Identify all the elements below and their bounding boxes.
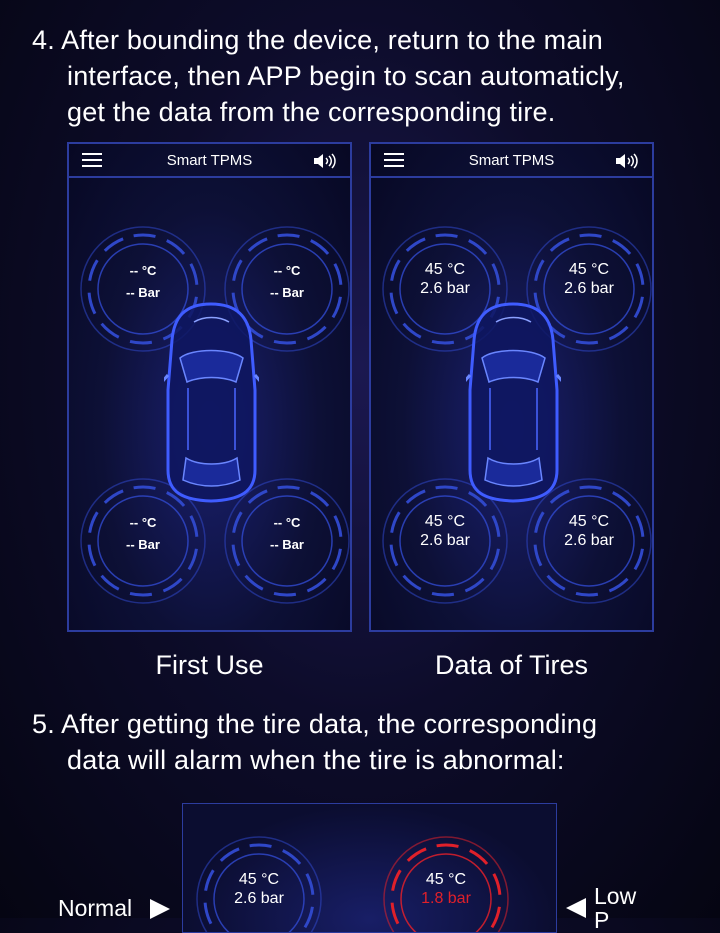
speaker-icon[interactable] bbox=[614, 152, 638, 170]
speaker-icon[interactable] bbox=[312, 152, 336, 170]
car-image bbox=[164, 302, 259, 503]
step-4-line-3: get the data from the corresponding tire… bbox=[67, 97, 556, 127]
low-label-line-2: P bbox=[594, 907, 610, 933]
tire-temperature: -- °C bbox=[273, 515, 301, 530]
tire-pressure: -- Bar bbox=[126, 285, 160, 300]
tire-temperature: 45 °C bbox=[425, 871, 467, 888]
phone-screen-first-use: Smart TPMS -- °C -- Bar -- °C -- Bar -- °C -- … bbox=[67, 142, 352, 632]
car-image bbox=[466, 302, 561, 503]
tire-pressure: 2.6 bar bbox=[420, 532, 470, 549]
tire-temperature: 45 °C bbox=[568, 261, 610, 278]
tire-temperature: 45 °C bbox=[424, 513, 466, 530]
caption-data-of-tires: Data of Tires bbox=[434, 650, 589, 680]
tire-temperature: -- °C bbox=[129, 515, 157, 530]
app-title: Smart TPMS bbox=[166, 152, 253, 169]
tire-temperature: 45 °C bbox=[238, 871, 280, 888]
tire-temperature: 45 °C bbox=[424, 261, 466, 278]
app-header: Smart TPMS bbox=[69, 144, 350, 178]
step-5-line-1: 5. After getting the tire data, the corr… bbox=[32, 709, 598, 739]
tire-pressure: -- Bar bbox=[126, 537, 160, 552]
tire-pressure: -- Bar bbox=[270, 285, 304, 300]
low-label-line-1: Low bbox=[594, 883, 637, 909]
caption-first-use: First Use bbox=[155, 650, 264, 680]
tire-pressure: 1.8 bar bbox=[421, 890, 471, 907]
app-title: Smart TPMS bbox=[468, 152, 555, 169]
step-4-text: 4. After bounding the device, return to … bbox=[32, 22, 625, 130]
alarm-demo-panel: 45 °C 2.6 bar 45 °C 1.8 bar bbox=[182, 803, 557, 933]
tire-temperature: -- °C bbox=[273, 263, 301, 278]
tire-pressure: -- Bar bbox=[270, 537, 304, 552]
step-5-line-2: data will alarm when the tire is abnorma… bbox=[67, 745, 565, 775]
tire-temperature: 45 °C bbox=[568, 513, 610, 530]
tire-temperature: -- °C bbox=[129, 263, 157, 278]
normal-tire-gauge[interactable]: 45 °C 2.6 bar bbox=[194, 834, 324, 932]
triangle-left-icon bbox=[566, 898, 586, 918]
tire-pressure: 2.6 bar bbox=[564, 532, 614, 549]
app-header: Smart TPMS bbox=[371, 144, 652, 178]
step-4-line-1: 4. After bounding the device, return to … bbox=[32, 25, 603, 55]
step-5-text: 5. After getting the tire data, the corr… bbox=[32, 706, 597, 778]
tire-pressure: 2.6 bar bbox=[234, 890, 284, 907]
phone-screen-data-of-tires: Smart TPMS 45 °C 2.6 bar 45 °C 2.6 bar 45 °C 2… bbox=[369, 142, 654, 632]
triangle-right-icon bbox=[150, 899, 170, 919]
step-4-line-2: interface, then APP begin to scan automa… bbox=[67, 61, 625, 91]
tire-pressure: 2.6 bar bbox=[420, 280, 470, 297]
low-pressure-label: Low P bbox=[594, 884, 636, 932]
alarm-tire-gauge[interactable]: 45 °C 1.8 bar bbox=[381, 834, 511, 932]
tire-pressure: 2.6 bar bbox=[564, 280, 614, 297]
